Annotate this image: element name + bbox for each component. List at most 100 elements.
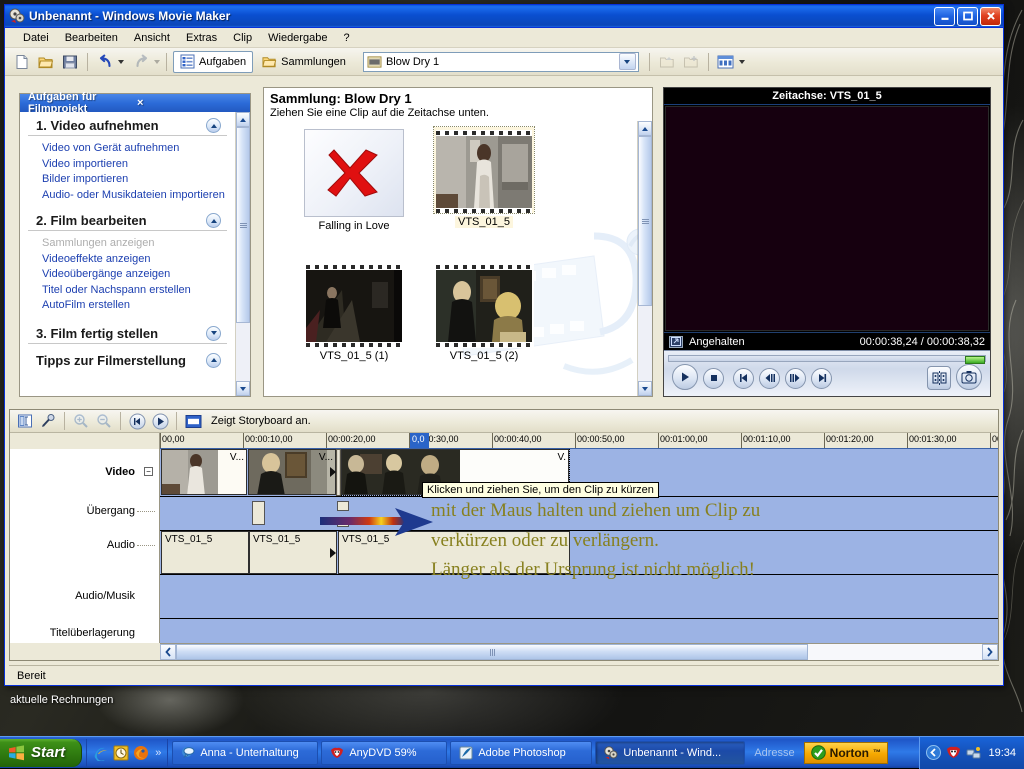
menu-item-wiedergabe[interactable]: Wiedergabe — [260, 30, 335, 46]
folder-up-button[interactable] — [656, 51, 678, 73]
taskbar-clock[interactable]: 19:34 — [988, 747, 1016, 759]
internet-explorer-icon[interactable] — [93, 745, 109, 761]
zoom-out-button[interactable] — [93, 410, 115, 432]
task-link-videoeffekte[interactable]: Videoeffekte anzeigen — [42, 252, 235, 268]
collection-scroll-down-icon[interactable] — [638, 381, 652, 396]
save-project-button[interactable] — [59, 51, 81, 73]
task-link-bilder-importieren[interactable]: Bilder importieren — [42, 172, 235, 188]
task-link-video-von-geraet[interactable]: Video von Gerät aufnehmen — [42, 141, 235, 157]
task-link-video-importieren[interactable]: Video importieren — [42, 157, 235, 173]
task-link-videouebergaenge[interactable]: Videoübergänge anzeigen — [42, 267, 235, 283]
task-section-film-bearbeiten[interactable]: 2. Film bearbeiten — [28, 210, 227, 231]
task-pane-scroll-track[interactable] — [236, 127, 250, 381]
scroll-up-arrow-icon[interactable] — [236, 112, 250, 127]
quick-launch-more-icon[interactable]: » — [155, 747, 161, 759]
new-project-button[interactable] — [11, 51, 33, 73]
task-link-autofilm[interactable]: AutoFilm erstellen — [42, 298, 235, 314]
undo-button[interactable] — [94, 51, 116, 73]
timeline-playhead[interactable]: 0,0 — [410, 433, 429, 448]
narrate-timeline-button[interactable] — [37, 410, 59, 432]
chevron-down-icon-section[interactable] — [206, 325, 221, 341]
play-button[interactable] — [672, 364, 698, 390]
firefox-icon[interactable] — [133, 745, 149, 761]
timeline-ruler[interactable]: 00,00 00:00:10,00 00:00:20,00 00:00:30,0… — [160, 433, 998, 449]
scroll-left-button[interactable] — [160, 644, 176, 660]
minimize-button[interactable] — [934, 6, 955, 26]
show-storyboard-button[interactable] — [182, 410, 204, 432]
close-button[interactable] — [980, 6, 1001, 26]
redo-dropdown-icon[interactable] — [154, 59, 160, 64]
open-project-button[interactable] — [35, 51, 57, 73]
timeline-hscroll-thumb[interactable] — [176, 644, 808, 660]
views-dropdown-icon[interactable] — [738, 59, 745, 64]
views-button[interactable] — [715, 51, 737, 73]
folder-new-button[interactable] — [680, 51, 702, 73]
timeline-horizontal-scrollbar[interactable] — [160, 643, 998, 660]
menu-item-datei[interactable]: Datei — [15, 30, 57, 46]
collections-button[interactable]: Sammlungen — [255, 51, 353, 73]
seek-position-indicator[interactable] — [965, 356, 985, 364]
next-frame-button[interactable] — [811, 367, 832, 389]
chevron-up-icon-2[interactable] — [206, 213, 221, 228]
task-link-sammlungen-anzeigen[interactable]: Sammlungen anzeigen — [42, 236, 235, 252]
seek-bar[interactable] — [668, 355, 986, 362]
snapshot-button[interactable] — [956, 364, 982, 390]
rewind-timeline-button[interactable] — [126, 410, 148, 432]
task-section-tipps[interactable]: Tipps zur Filmerstellung — [28, 350, 227, 370]
chevron-up-icon-3[interactable] — [206, 352, 221, 368]
redo-button[interactable] — [130, 51, 152, 73]
chevron-up-icon[interactable] — [206, 118, 221, 133]
taskbar-item-adobe-photoshop[interactable]: Adobe Photoshop — [450, 740, 593, 765]
tray-expand-icon[interactable] — [926, 745, 942, 760]
norton-taskbar-badge[interactable]: Norton ™ — [803, 741, 888, 764]
network-tray-icon[interactable] — [966, 745, 981, 760]
clip-trim-handle-video[interactable] — [336, 449, 341, 496]
clock-icon[interactable] — [113, 745, 129, 761]
maximize-button[interactable] — [957, 6, 978, 26]
task-link-audio-importieren[interactable]: Audio- oder Musikdateien importieren — [42, 188, 235, 204]
taskbar-adresse-label[interactable]: Adresse — [748, 747, 800, 759]
transition-marker-1[interactable] — [252, 501, 265, 525]
collection-item-vts-01-5-1[interactable]: VTS_01_5 (1) — [284, 261, 424, 362]
collection-scroll-track[interactable] — [638, 136, 652, 381]
start-button[interactable]: Start — [0, 738, 83, 767]
collection-scroll-thumb[interactable] — [638, 136, 652, 306]
video-track-collapse-button[interactable]: − — [144, 467, 153, 476]
collection-combo[interactable]: Blow Dry 1 — [362, 51, 639, 72]
collection-item-vts-01-5[interactable]: VTS_01_5 — [414, 126, 554, 228]
collection-scrollbar[interactable] — [637, 121, 652, 396]
taskbar-item-movie-maker[interactable]: Unbenannt - Wind... — [595, 740, 746, 765]
back-frame-button[interactable] — [759, 367, 780, 389]
storyboard-view-button[interactable] — [14, 410, 36, 432]
timeline-video-clip-2[interactable]: V... — [248, 449, 336, 495]
taskbar-item-anydvd[interactable]: AnyDVD 59% — [321, 740, 448, 765]
timeline-audio-clip-1[interactable]: VTS_01_5 — [161, 531, 249, 574]
menu-item-clip[interactable]: Clip — [225, 30, 260, 46]
fullscreen-icon[interactable] — [669, 335, 683, 348]
collection-item-falling-in-love[interactable]: Falling in Love — [284, 129, 424, 232]
task-pane-scroll-thumb[interactable] — [236, 127, 250, 323]
task-pane-scrollbar[interactable] — [235, 112, 250, 396]
previous-frame-button[interactable] — [733, 367, 754, 389]
task-pane-close-icon[interactable]: × — [137, 97, 246, 109]
forward-frame-button[interactable] — [785, 367, 806, 389]
zoom-in-button[interactable] — [70, 410, 92, 432]
collection-combo-dropdown[interactable] — [618, 53, 636, 70]
play-timeline-button[interactable] — [149, 410, 171, 432]
menu-item-bearbeiten[interactable]: Bearbeiten — [57, 30, 126, 46]
menu-item-ansicht[interactable]: Ansicht — [126, 30, 178, 46]
stop-button[interactable] — [703, 367, 724, 389]
menu-item-help[interactable]: ? — [335, 30, 357, 46]
timeline-video-clip-1[interactable]: V... — [161, 449, 247, 495]
collection-scroll-up-icon[interactable] — [638, 121, 652, 136]
task-section-film-fertig-stellen[interactable]: 3. Film fertig stellen — [28, 323, 227, 344]
collection-item-vts-01-5-2[interactable]: VTS_01_5 (2) — [414, 261, 554, 362]
task-section-video-aufnehmen[interactable]: 1. Video aufnehmen — [28, 115, 227, 136]
audio-music-track-band[interactable] — [160, 575, 998, 619]
monitor-video-surface[interactable] — [665, 106, 989, 331]
title-bar[interactable]: Unbenannt - Windows Movie Maker — [5, 5, 1003, 28]
tasks-button[interactable]: Aufgaben — [173, 50, 254, 73]
anydvd-fox-tray-icon[interactable] — [946, 745, 961, 760]
task-link-titel-nachspann[interactable]: Titel oder Nachspann erstellen — [42, 283, 235, 299]
title-overlay-track-band[interactable] — [160, 619, 998, 643]
